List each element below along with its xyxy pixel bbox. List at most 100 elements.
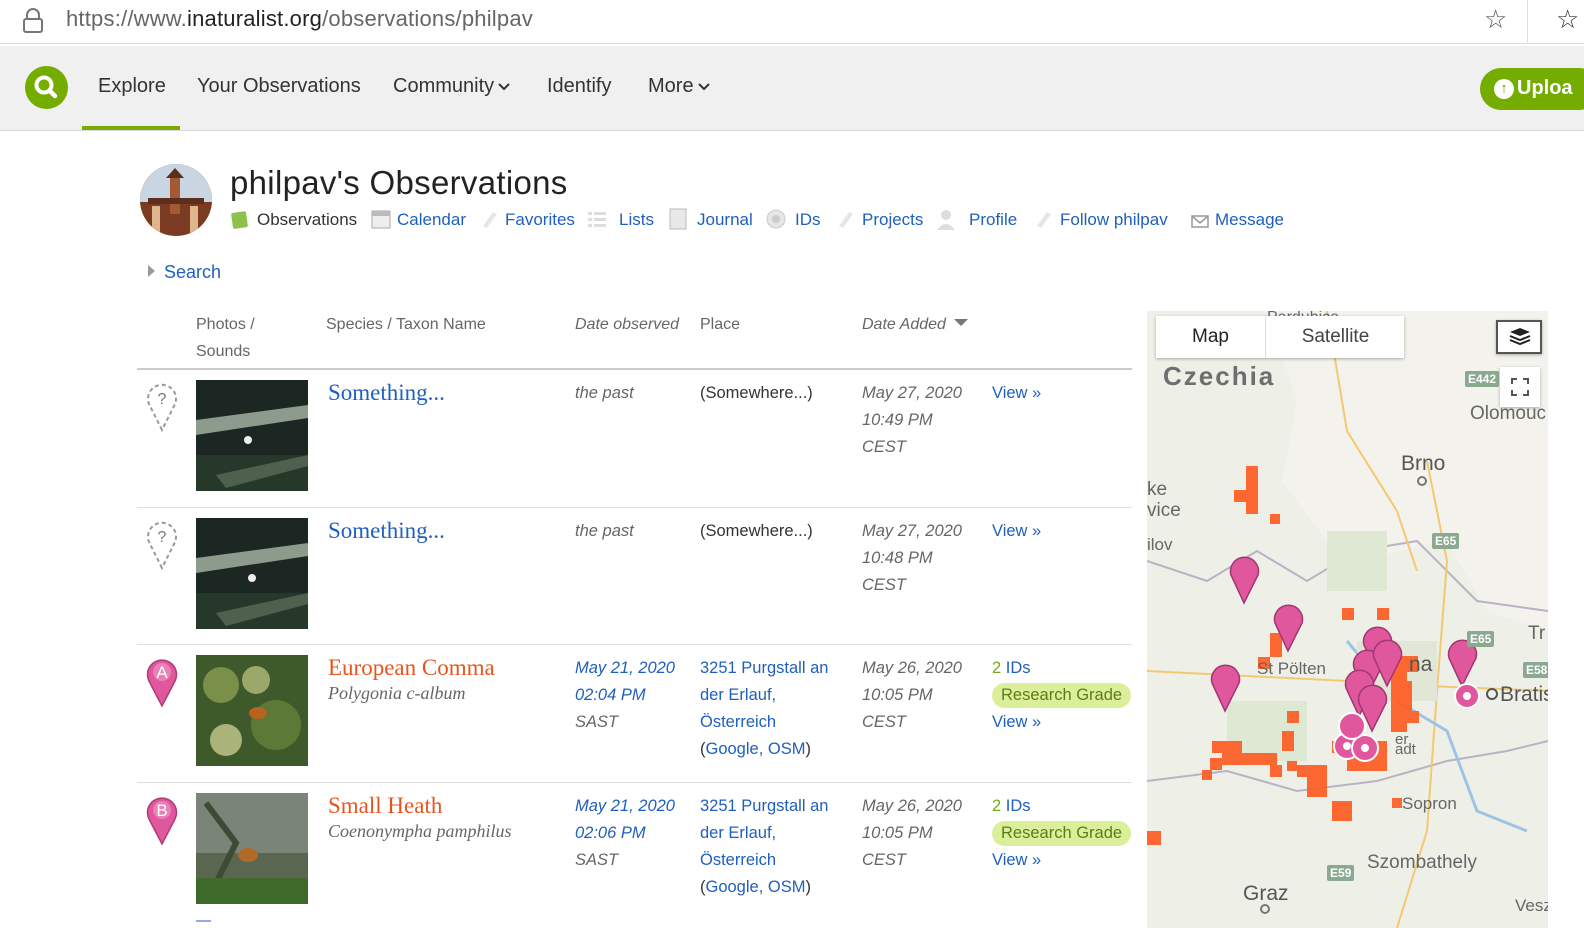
search-toggle[interactable]: Search xyxy=(148,262,221,283)
subnav-calendar[interactable]: Calendar xyxy=(397,210,466,230)
quality-badge: Research Grade xyxy=(992,821,1132,846)
actions: View » xyxy=(992,380,1041,407)
observation-photo[interactable] xyxy=(196,793,308,904)
view-link[interactable]: View » xyxy=(992,384,1041,402)
google-maps-link[interactable]: Google xyxy=(706,878,759,896)
map-label: na xyxy=(1409,653,1433,676)
observations-map[interactable]: Pardubice Czechia Olomouc Brno ke vice i… xyxy=(1147,311,1548,928)
map-label: Tr xyxy=(1528,623,1546,644)
fullscreen-button[interactable] xyxy=(1500,367,1540,407)
road-shield: E59 xyxy=(1327,865,1355,881)
layers-button[interactable] xyxy=(1496,320,1542,354)
column-header-date-added[interactable]: Date Added xyxy=(862,311,968,338)
ids-count[interactable]: 2 IDs xyxy=(992,659,1031,677)
date-observed[interactable]: May 21, 2020 02:04 PM SAST xyxy=(575,655,675,736)
sort-desc-icon xyxy=(953,319,968,326)
nav-explore[interactable]: Explore xyxy=(98,75,166,98)
google-maps-link[interactable]: Google xyxy=(706,740,759,758)
view-link[interactable]: View » xyxy=(992,851,1041,869)
site-header: Explore Your Observations Community Iden… xyxy=(0,46,1584,131)
subnav-journal[interactable]: Journal xyxy=(697,210,753,230)
layers-icon xyxy=(1509,328,1531,346)
chevron-down-icon xyxy=(498,83,510,91)
svg-text:?: ? xyxy=(158,391,167,408)
chevron-down-icon xyxy=(697,83,710,91)
satellite-tab[interactable]: Satellite xyxy=(1267,316,1404,358)
subnav-message[interactable]: Message xyxy=(1215,210,1284,230)
search-button[interactable] xyxy=(25,66,68,109)
nav-more[interactable]: More xyxy=(648,75,710,98)
observation-photo[interactable] xyxy=(196,380,308,491)
caret-right-icon xyxy=(148,265,155,277)
upload-button[interactable]: ↑ Uploa xyxy=(1480,68,1584,110)
url-text[interactable]: https://www.inaturalist.org/observations… xyxy=(66,6,533,32)
truncated-link: — xyxy=(196,912,211,928)
place-link[interactable]: 3251 Purgstall an xyxy=(700,797,828,815)
place: 3251 Purgstall an der Erlauf, Österreich (G… xyxy=(700,797,829,896)
nav-your-observations[interactable]: Your Observations xyxy=(197,75,361,98)
osm-link[interactable]: OSM xyxy=(768,878,806,896)
view-link[interactable]: View » xyxy=(992,713,1041,731)
nav-community[interactable]: Community xyxy=(393,75,510,98)
subnav-follow[interactable]: Follow philpav xyxy=(1060,210,1168,230)
map-marker-icon: B xyxy=(146,797,178,845)
map-label: Czechia xyxy=(1163,361,1276,391)
message-icon xyxy=(1191,215,1209,228)
common-name-link[interactable]: Something... xyxy=(328,518,445,544)
avatar[interactable] xyxy=(140,164,212,236)
subnav-lists[interactable]: Lists xyxy=(619,210,654,230)
subnav-ids[interactable]: IDs xyxy=(795,210,821,230)
subnav-observations[interactable]: Observations xyxy=(257,210,357,230)
road-shield: E65 xyxy=(1432,533,1460,549)
common-name-link[interactable]: Something... xyxy=(328,380,445,406)
column-header-date-observed[interactable]: Date observed xyxy=(575,311,679,338)
map-label: adt xyxy=(1395,741,1416,758)
actions: View » xyxy=(992,518,1041,545)
unknown-marker-icon: ? xyxy=(147,521,177,570)
table-row: ? Something... the past (Somewhere...) M… xyxy=(137,508,1132,645)
subnav-profile[interactable]: Profile xyxy=(969,210,1017,230)
bookmark-star-icon[interactable]: ☆ xyxy=(1484,4,1507,35)
nav-active-indicator xyxy=(82,126,180,130)
journal-icon xyxy=(669,208,687,230)
favorites-star-icon[interactable]: ☆ xyxy=(1556,4,1579,35)
view-link[interactable]: View » xyxy=(992,522,1041,540)
date-observed: the past xyxy=(575,384,634,402)
nav-identify[interactable]: Identify xyxy=(547,75,611,98)
actions: 2 IDs Research Grade View » xyxy=(992,655,1132,736)
fullscreen-icon xyxy=(1511,378,1529,396)
common-name-link[interactable]: European Comma xyxy=(328,655,495,681)
map-label: Graz xyxy=(1243,882,1289,905)
table-row: A European Comma Polygonia c-album May 2… xyxy=(137,645,1132,782)
browser-address-bar: https://www.inaturalist.org/observations… xyxy=(0,0,1584,44)
svg-text:B: B xyxy=(156,801,167,820)
common-name-link[interactable]: Small Heath xyxy=(328,793,442,819)
subnav-favorites[interactable]: Favorites xyxy=(505,210,575,230)
ids-count[interactable]: 2 IDs xyxy=(992,797,1031,815)
calendar-icon xyxy=(371,210,391,229)
observation-photo[interactable] xyxy=(196,518,308,629)
subnav-projects[interactable]: Projects xyxy=(862,210,923,230)
date-observed[interactable]: May 21, 2020 02:06 PM SAST xyxy=(575,793,675,874)
unknown-marker-icon: ? xyxy=(147,383,177,432)
osm-link[interactable]: OSM xyxy=(768,740,806,758)
observation-photo[interactable] xyxy=(196,655,308,766)
column-header-place[interactable]: Place xyxy=(700,311,740,338)
quality-badge: Research Grade xyxy=(992,683,1132,708)
map-label: vice xyxy=(1147,500,1181,521)
column-header-species[interactable]: Species / Taxon Name xyxy=(326,311,486,338)
svg-text:A: A xyxy=(156,663,168,682)
lists-icon xyxy=(588,212,606,227)
scientific-name: Polygonia c-album xyxy=(328,683,466,703)
road-shield: E65 xyxy=(1467,631,1495,647)
place-link[interactable]: 3251 Purgstall an xyxy=(700,659,828,677)
avatar-image xyxy=(140,164,212,236)
map-label: Szombathely xyxy=(1367,852,1477,873)
place: (Somewhere...) xyxy=(700,522,813,540)
road-shield: E58 xyxy=(1523,662,1548,678)
road-shield: E442 xyxy=(1465,371,1500,387)
map-label: ilov xyxy=(1147,535,1173,554)
map-label: Brno xyxy=(1401,452,1446,475)
upload-icon: ↑ xyxy=(1494,79,1514,99)
map-tab[interactable]: Map xyxy=(1156,316,1266,358)
